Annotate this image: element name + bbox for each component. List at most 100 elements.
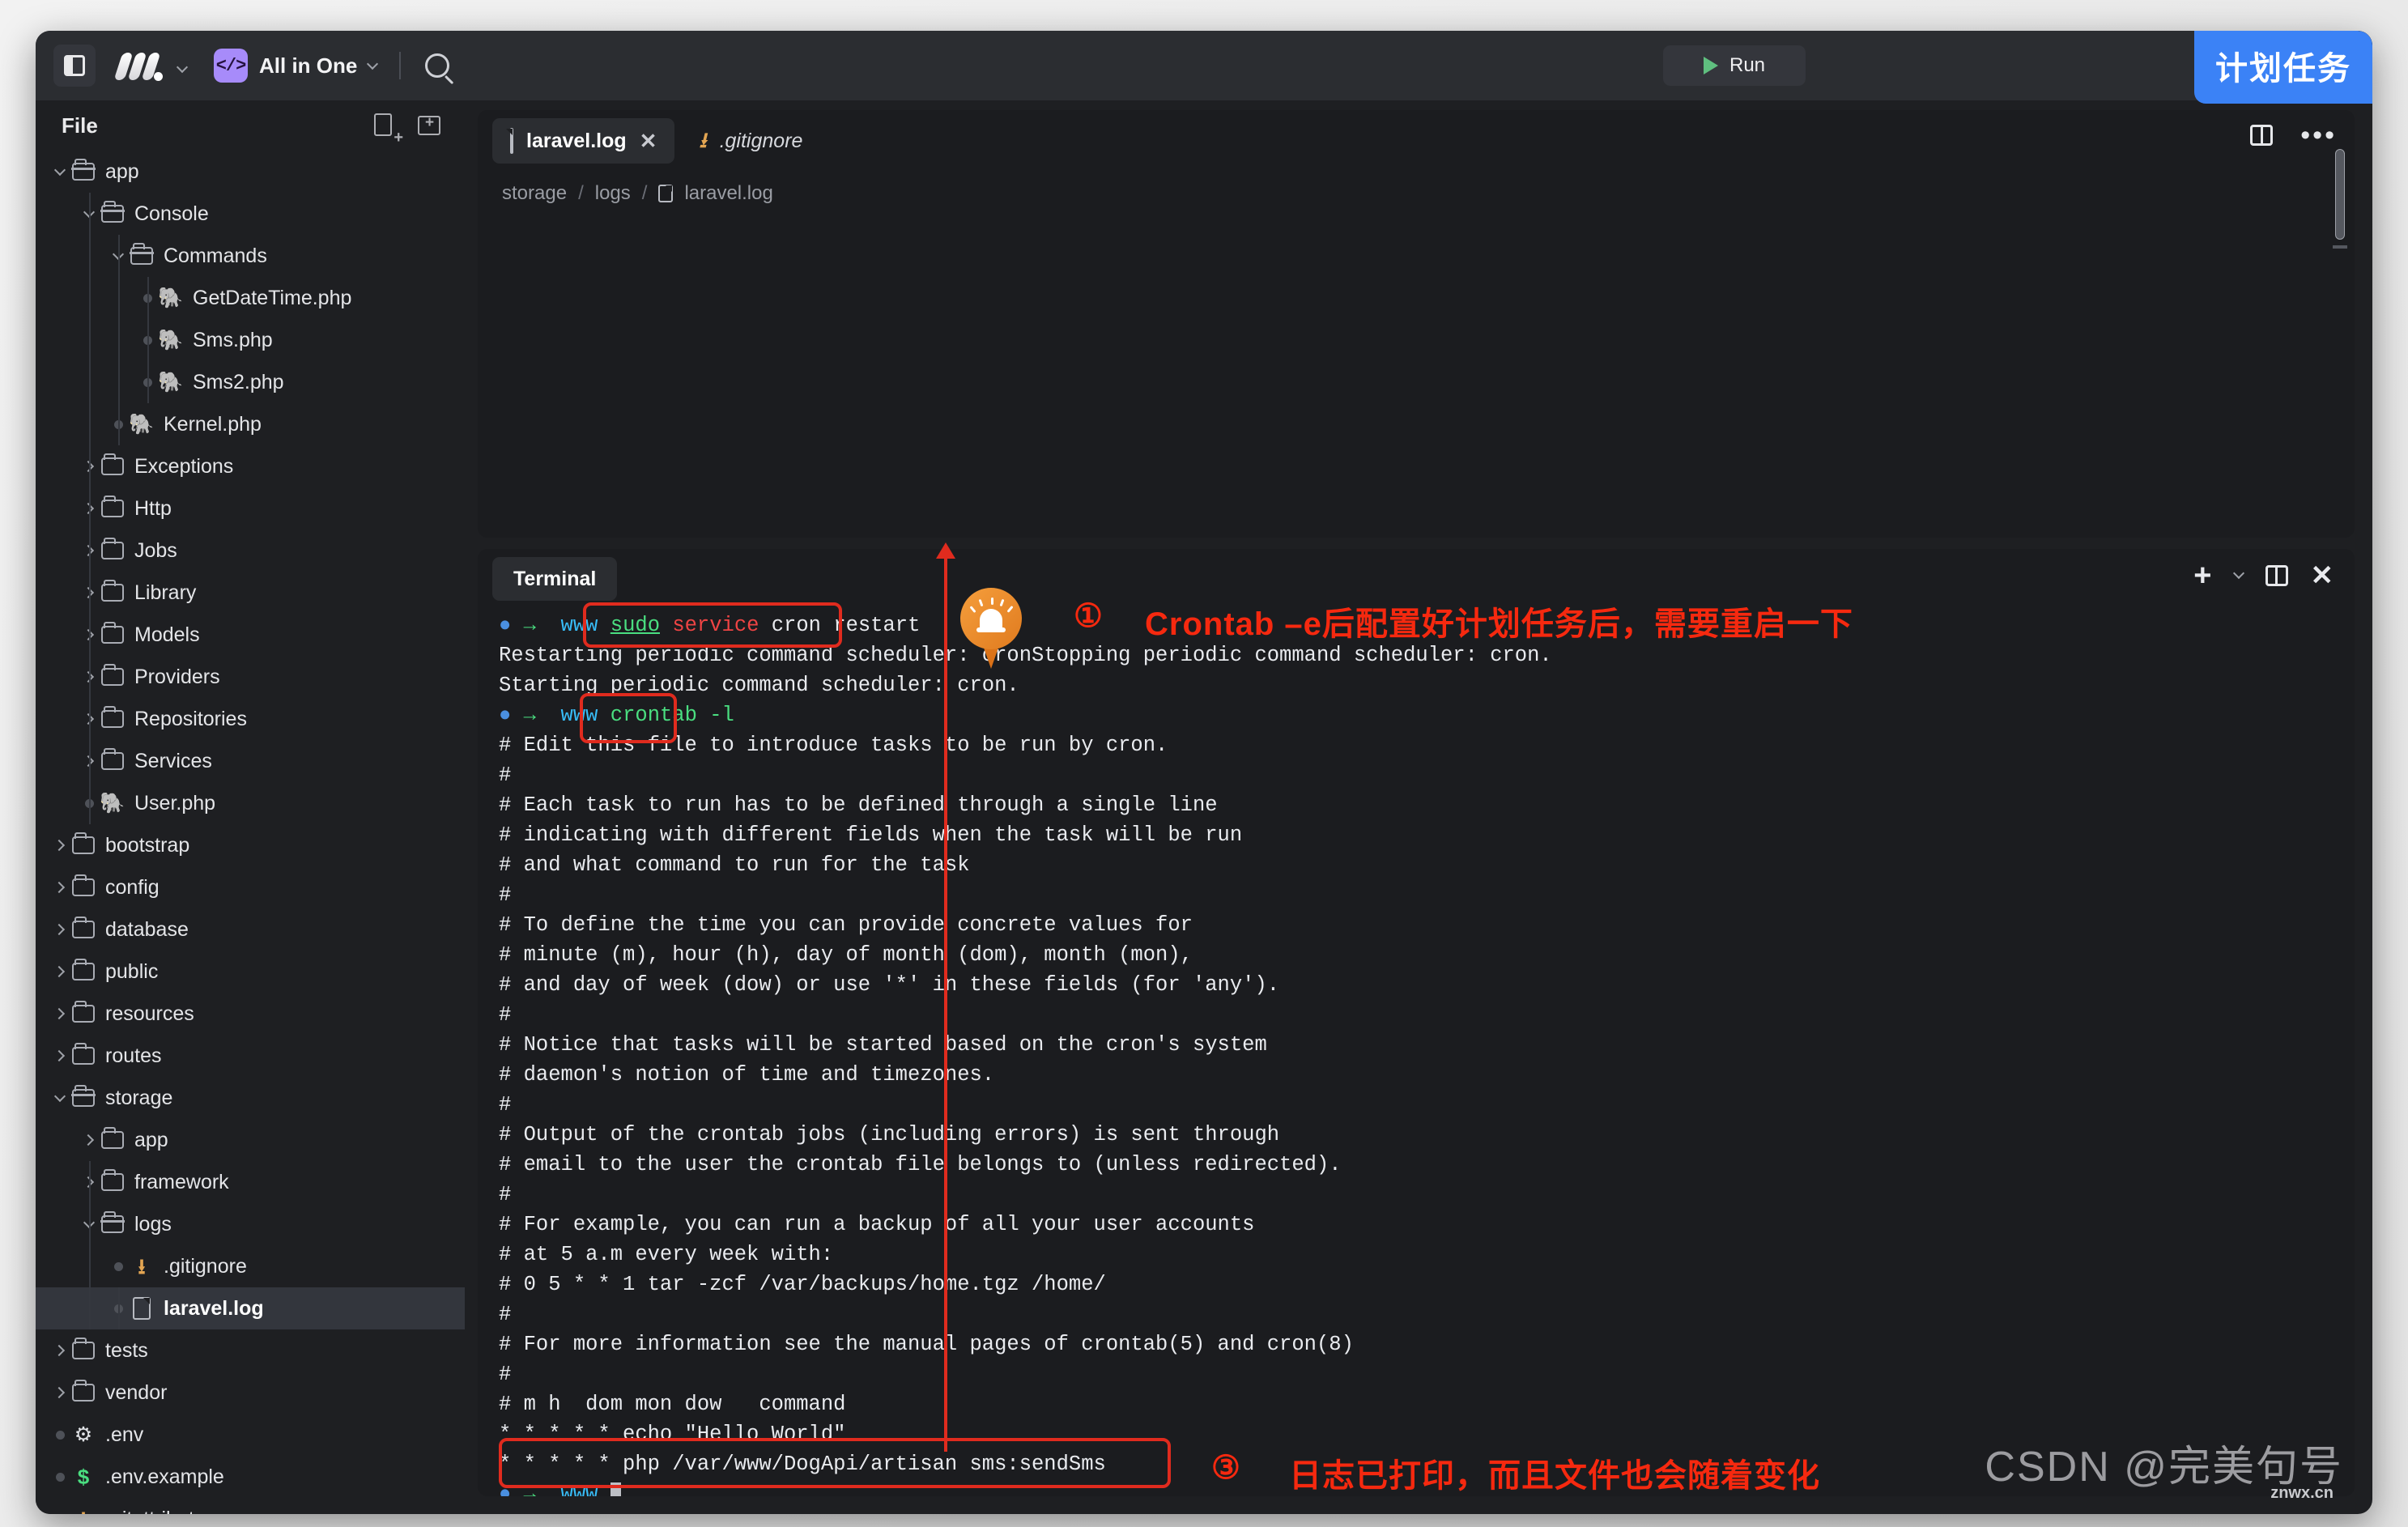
folder-icon (70, 1043, 97, 1065)
chevron-right-icon[interactable] (50, 836, 70, 855)
top-toolbar: </> All in One Run 计划任务 (36, 31, 2372, 104)
editor-panel: laravel.log ✕ ⭳ .gitignore ••• storage / logs… (478, 110, 2355, 538)
project-selector[interactable]: </> All in One (214, 49, 379, 83)
breadcrumb-item[interactable]: storage (502, 182, 567, 205)
git-branch-icon: ⭳ (699, 127, 707, 152)
close-tab-icon[interactable]: ✕ (640, 130, 657, 151)
new-file-icon[interactable] (374, 113, 398, 138)
editor-tab-label: .gitignore (719, 129, 803, 152)
tree-item-label: laravel.log (164, 1296, 264, 1320)
folder-icon (99, 706, 126, 728)
tree-item-label: Exceptions (134, 454, 234, 478)
chevron-right-icon[interactable] (50, 920, 70, 939)
tree-item[interactable]: Exceptions (36, 445, 465, 487)
close-icon[interactable]: ✕ (2311, 562, 2334, 589)
tree-item[interactable]: $ .env.example (36, 1456, 465, 1498)
file-sidebar: File appConsoleCommands🐘GetDateTime.php🐘… (36, 100, 465, 1514)
chevron-down-icon[interactable] (50, 1088, 70, 1108)
tab-terminal[interactable]: Terminal (492, 557, 618, 601)
split-terminal-icon[interactable] (2265, 565, 2288, 586)
tree-item-label: Models (134, 623, 200, 646)
terminal-output-line: # and what command to run for the task (499, 853, 970, 877)
git-branch-icon: ⭳ (70, 1508, 97, 1514)
tree-item[interactable]: Console (36, 193, 465, 235)
tree-item[interactable]: 🐘 Sms2.php (36, 361, 465, 403)
chevron-right-icon[interactable] (50, 1341, 70, 1360)
editor-scrollbar[interactable] (2333, 149, 2347, 249)
file-status-dot (50, 1472, 70, 1482)
chevron-down-icon[interactable] (2232, 567, 2244, 580)
editor-tab[interactable]: laravel.log ✕ (492, 118, 675, 164)
terminal-output[interactable]: ● → www sudo service cron restart Restart… (478, 609, 2355, 1496)
tree-item[interactable]: database (36, 908, 465, 951)
chevron-right-icon[interactable] (50, 878, 70, 897)
tree-item[interactable]: ⭳ .gitignore (36, 1245, 465, 1287)
chevron-right-icon[interactable] (50, 1004, 70, 1023)
annotation-number-3: ③ (1211, 1450, 1240, 1486)
tree-item[interactable]: storage (36, 1077, 465, 1119)
tree-item[interactable]: Providers (36, 656, 465, 698)
tree-item-label: routes (105, 1044, 162, 1067)
chevron-right-icon[interactable] (50, 1046, 70, 1065)
log-content (478, 215, 2355, 479)
tree-item[interactable]: ⚙ .env (36, 1414, 465, 1456)
chevron-right-icon[interactable] (50, 962, 70, 981)
tree-item[interactable]: Commands (36, 235, 465, 277)
tree-item[interactable]: vendor (36, 1372, 465, 1414)
terminal-output-line: # (499, 883, 512, 907)
folder-icon (99, 1169, 126, 1191)
folder-icon (99, 1127, 126, 1149)
search-icon[interactable] (425, 53, 450, 78)
tree-item[interactable]: ⭳ .gitattributes (36, 1498, 465, 1515)
prompt-user: www (560, 1482, 598, 1496)
tree-item[interactable]: tests (36, 1329, 465, 1372)
more-options-icon[interactable]: ••• (2300, 121, 2337, 149)
tree-item[interactable]: bootstrap (36, 824, 465, 866)
tree-item[interactable]: Http (36, 487, 465, 530)
tree-item-label: public (105, 959, 159, 983)
split-editor-icon[interactable] (2250, 125, 2274, 146)
file-doc-icon (658, 185, 674, 202)
tree-item[interactable]: Models (36, 614, 465, 656)
file-status-dot (50, 1430, 70, 1440)
php-file-icon: 🐘 (100, 791, 126, 815)
tree-item-label: .env.example (105, 1465, 224, 1488)
tree-item[interactable]: 🐘 User.php (36, 782, 465, 824)
breadcrumb-item[interactable]: logs (595, 182, 631, 205)
new-folder-icon[interactable] (418, 113, 442, 138)
chevron-right-icon[interactable] (79, 1130, 99, 1150)
tree-item-label: Http (134, 496, 172, 520)
tree-item[interactable]: app (36, 1119, 465, 1161)
tree-item[interactable]: 🐘 Kernel.php (36, 403, 465, 445)
tree-item[interactable]: logs (36, 1203, 465, 1245)
tree-item[interactable]: framework (36, 1161, 465, 1203)
terminal-output-line: # (499, 764, 512, 787)
php-file-icon: 🐘 (158, 286, 184, 309)
tree-item[interactable]: config (36, 866, 465, 908)
logo-dropdown-button[interactable] (176, 60, 189, 74)
tree-item[interactable]: Repositories (36, 698, 465, 740)
annotation-number-1: ① (1074, 598, 1103, 634)
tree-item[interactable]: routes (36, 1035, 465, 1077)
tree-item[interactable]: 🐘 Sms.php (36, 319, 465, 361)
chevron-right-icon[interactable] (50, 1383, 70, 1402)
editor-tab[interactable]: ⭳ .gitignore (681, 118, 820, 164)
chevron-down-icon[interactable] (50, 162, 70, 181)
tree-item[interactable]: Library (36, 572, 465, 614)
sidebar-toggle-button[interactable] (53, 45, 96, 87)
run-button[interactable]: Run (1663, 45, 1806, 86)
tree-item[interactable]: 🐘 GetDateTime.php (36, 277, 465, 319)
breadcrumb-item[interactable]: laravel.log (684, 182, 772, 205)
tree-item[interactable]: resources (36, 993, 465, 1035)
tree-item[interactable]: Services (36, 740, 465, 782)
tree-item[interactable]: public (36, 951, 465, 993)
folder-open-icon (99, 1211, 126, 1233)
tree-item-label: Console (134, 202, 209, 225)
tree-item[interactable]: app (36, 151, 465, 193)
tree-item[interactable]: Jobs (36, 530, 465, 572)
tree-item-label: User.php (134, 791, 216, 815)
plus-icon[interactable]: + (2193, 560, 2211, 591)
tree-item[interactable]: laravel.log (36, 1287, 465, 1329)
cmd-service: service (672, 614, 759, 637)
